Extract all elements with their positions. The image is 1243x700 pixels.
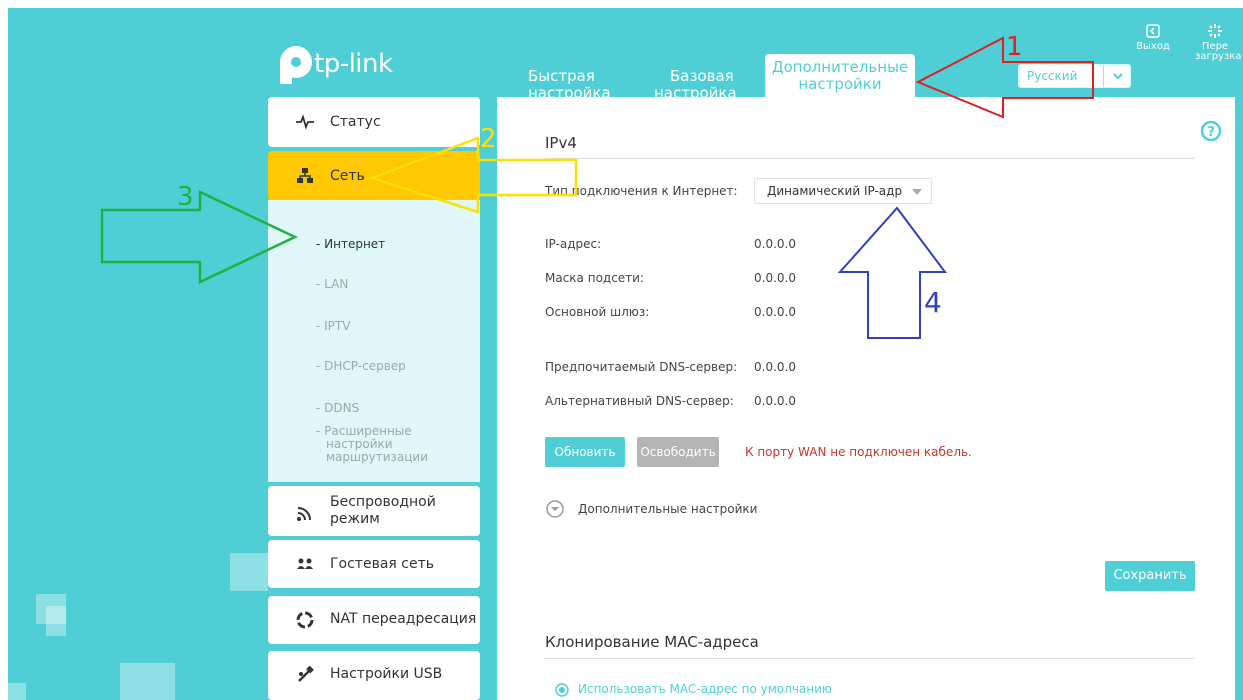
tp-link-logo: tp-link — [270, 44, 420, 94]
sidebar-item-guest[interactable]: Гостевая сеть — [268, 540, 480, 588]
sidebar-item-dhcp[interactable]: - DHCP-сервер — [316, 360, 406, 373]
chevron-down-icon[interactable] — [1103, 65, 1132, 87]
network-icon — [297, 168, 313, 183]
conn-type-value: Динамический IP-адр — [767, 184, 903, 198]
dns2-value: 0.0.0.0 — [754, 394, 796, 408]
sidebar-item-lan[interactable]: - LAN — [316, 278, 348, 291]
sidebar-item-ddns[interactable]: - DDNS — [316, 402, 359, 415]
sidebar-item-nat[interactable]: NAT переадресация — [268, 596, 480, 644]
renew-button[interactable]: Обновить — [545, 437, 625, 467]
decor-block — [46, 606, 66, 636]
gateway-value: 0.0.0.0 — [754, 305, 796, 319]
wireless-icon — [297, 507, 311, 521]
sidebar-item-iptv[interactable]: - IPTV — [316, 320, 350, 333]
network-submenu: - Интернет - LAN - IPTV - DHCP-сервер - … — [268, 200, 480, 482]
nat-icon — [296, 611, 314, 629]
decor-block — [8, 683, 26, 700]
ip-value: 0.0.0.0 — [754, 237, 796, 251]
sidebar-item-routing[interactable]: - Расширенные настройки маршрутизации — [316, 425, 428, 464]
conn-type-select[interactable]: Динамический IP-адр — [754, 178, 932, 204]
decor-block — [120, 663, 175, 700]
tab-advanced[interactable]: Дополнительные настройки — [765, 54, 915, 100]
reboot-icon — [1208, 24, 1222, 38]
usb-icon — [298, 666, 314, 682]
brand-name: tp-link — [314, 49, 393, 79]
advanced-settings-toggle[interactable]: Дополнительные настройки — [578, 502, 757, 516]
tp-link-logo-icon — [280, 46, 312, 84]
sidebar-item-network[interactable]: Сеть — [268, 151, 480, 201]
dropdown-arrow-icon — [912, 189, 922, 195]
dns2-label: Альтернативный DNS-сервер: — [545, 394, 734, 408]
reboot-button[interactable]: Пере загрузка — [1195, 23, 1241, 62]
ipv4-title: IPv4 — [545, 134, 577, 152]
dns1-value: 0.0.0.0 — [754, 360, 796, 374]
save-button[interactable]: Сохранить — [1105, 561, 1195, 591]
conn-type-label: Тип подключения к Интернет: — [545, 184, 738, 198]
mac-clone-title: Клонирование MAC-адреса — [545, 633, 759, 651]
language-select[interactable]: Русский — [1018, 64, 1131, 88]
mac-default-option[interactable]: Использовать MAC-адрес по умолчанию — [578, 682, 832, 696]
dns1-label: Предпочитаемый DNS-сервер: — [545, 360, 738, 374]
wan-warning: К порту WAN не подключен кабель. — [745, 445, 972, 459]
pulse-icon — [296, 114, 314, 130]
divider — [545, 658, 1195, 659]
mask-label: Маска подсети: — [545, 271, 645, 285]
logout-button[interactable]: Выход — [1133, 23, 1173, 52]
sidebar-item-internet[interactable]: - Интернет — [316, 238, 385, 251]
guest-icon — [297, 558, 313, 569]
sidebar-item-wireless[interactable]: Беспроводной режим — [268, 486, 480, 536]
logout-icon — [1146, 24, 1160, 38]
release-button[interactable]: Освободить — [637, 437, 719, 467]
mask-value: 0.0.0.0 — [754, 271, 796, 285]
divider — [545, 158, 1195, 159]
language-value: Русский — [1027, 69, 1078, 83]
gateway-label: Основной шлюз: — [545, 305, 650, 319]
ip-label: IP-адрес: — [545, 237, 602, 251]
decor-block — [230, 553, 268, 591]
sidebar-item-usb[interactable]: Настройки USB — [268, 651, 480, 700]
sidebar-item-status[interactable]: Статус — [268, 97, 480, 147]
